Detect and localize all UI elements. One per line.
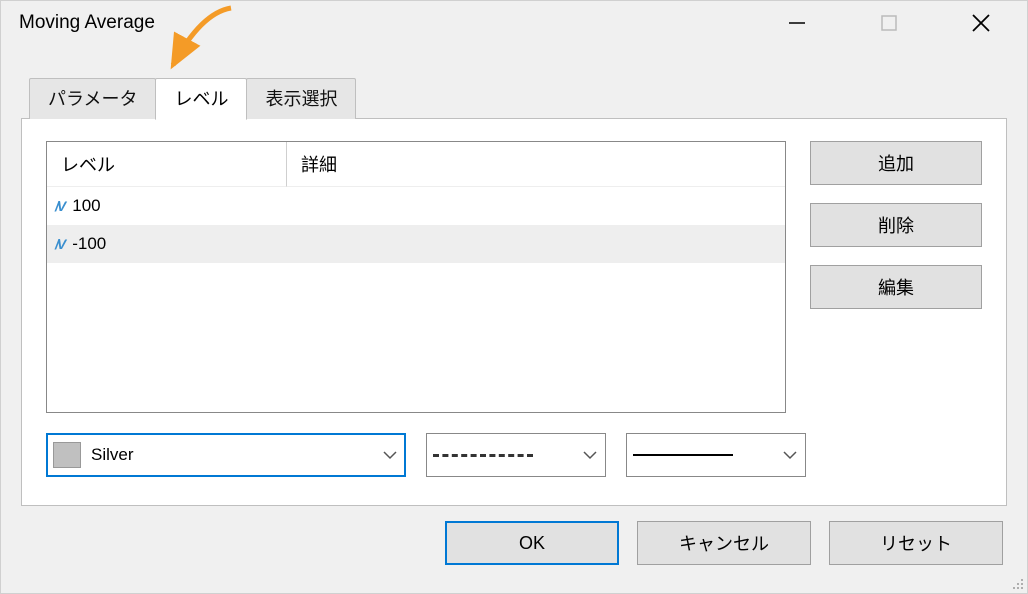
maximize-icon (881, 15, 897, 31)
line-width-select[interactable] (626, 433, 806, 477)
line-style-preview (433, 454, 533, 457)
chevron-down-icon (583, 450, 597, 460)
close-icon (971, 13, 991, 33)
detail-cell (287, 225, 785, 263)
window-controls (751, 1, 1027, 45)
tab-panel: レベル 詳細 /V 100 /V -100 (21, 118, 1007, 506)
tab-parameters[interactable]: パラメータ (29, 78, 156, 119)
chevron-down-icon (783, 450, 797, 460)
col-header-level[interactable]: レベル (47, 142, 287, 187)
tab-levels[interactable]: レベル (155, 78, 247, 120)
dialog-footer: OK キャンセル リセット (1, 521, 1027, 565)
add-button[interactable]: 追加 (810, 141, 982, 185)
table-row[interactable]: /V -100 (47, 225, 785, 263)
resize-grip-icon[interactable] (1011, 577, 1025, 591)
color-swatch (53, 442, 81, 468)
delete-button[interactable]: 削除 (810, 203, 982, 247)
tabs: パラメータ レベル 表示選択 (1, 77, 1027, 119)
line-width-preview (633, 454, 733, 456)
level-icon: /V (55, 236, 64, 252)
level-icon: /V (55, 198, 64, 214)
detail-cell (287, 187, 785, 225)
level-value: 100 (72, 196, 100, 216)
table-header-row: レベル 詳細 (47, 142, 785, 187)
chevron-down-icon (383, 450, 397, 460)
close-button[interactable] (935, 1, 1027, 45)
titlebar: Moving Average (1, 1, 1027, 45)
ok-button[interactable]: OK (445, 521, 619, 565)
edit-button[interactable]: 編集 (810, 265, 982, 309)
cancel-button[interactable]: キャンセル (637, 521, 811, 565)
line-style-select[interactable] (426, 433, 606, 477)
table-row[interactable]: /V 100 (47, 187, 785, 225)
tab-display[interactable]: 表示選択 (246, 78, 356, 119)
color-name: Silver (91, 445, 134, 465)
window-title: Moving Average (19, 12, 751, 34)
minimize-icon (788, 14, 806, 32)
levels-table[interactable]: レベル 詳細 /V 100 /V -100 (46, 141, 786, 413)
side-button-group: 追加 削除 編集 (810, 141, 982, 309)
maximize-button[interactable] (843, 1, 935, 45)
minimize-button[interactable] (751, 1, 843, 45)
color-select[interactable]: Silver (46, 433, 406, 477)
level-value: -100 (72, 234, 106, 254)
style-controls: Silver (46, 433, 982, 477)
reset-button[interactable]: リセット (829, 521, 1003, 565)
col-header-detail[interactable]: 詳細 (287, 142, 785, 187)
